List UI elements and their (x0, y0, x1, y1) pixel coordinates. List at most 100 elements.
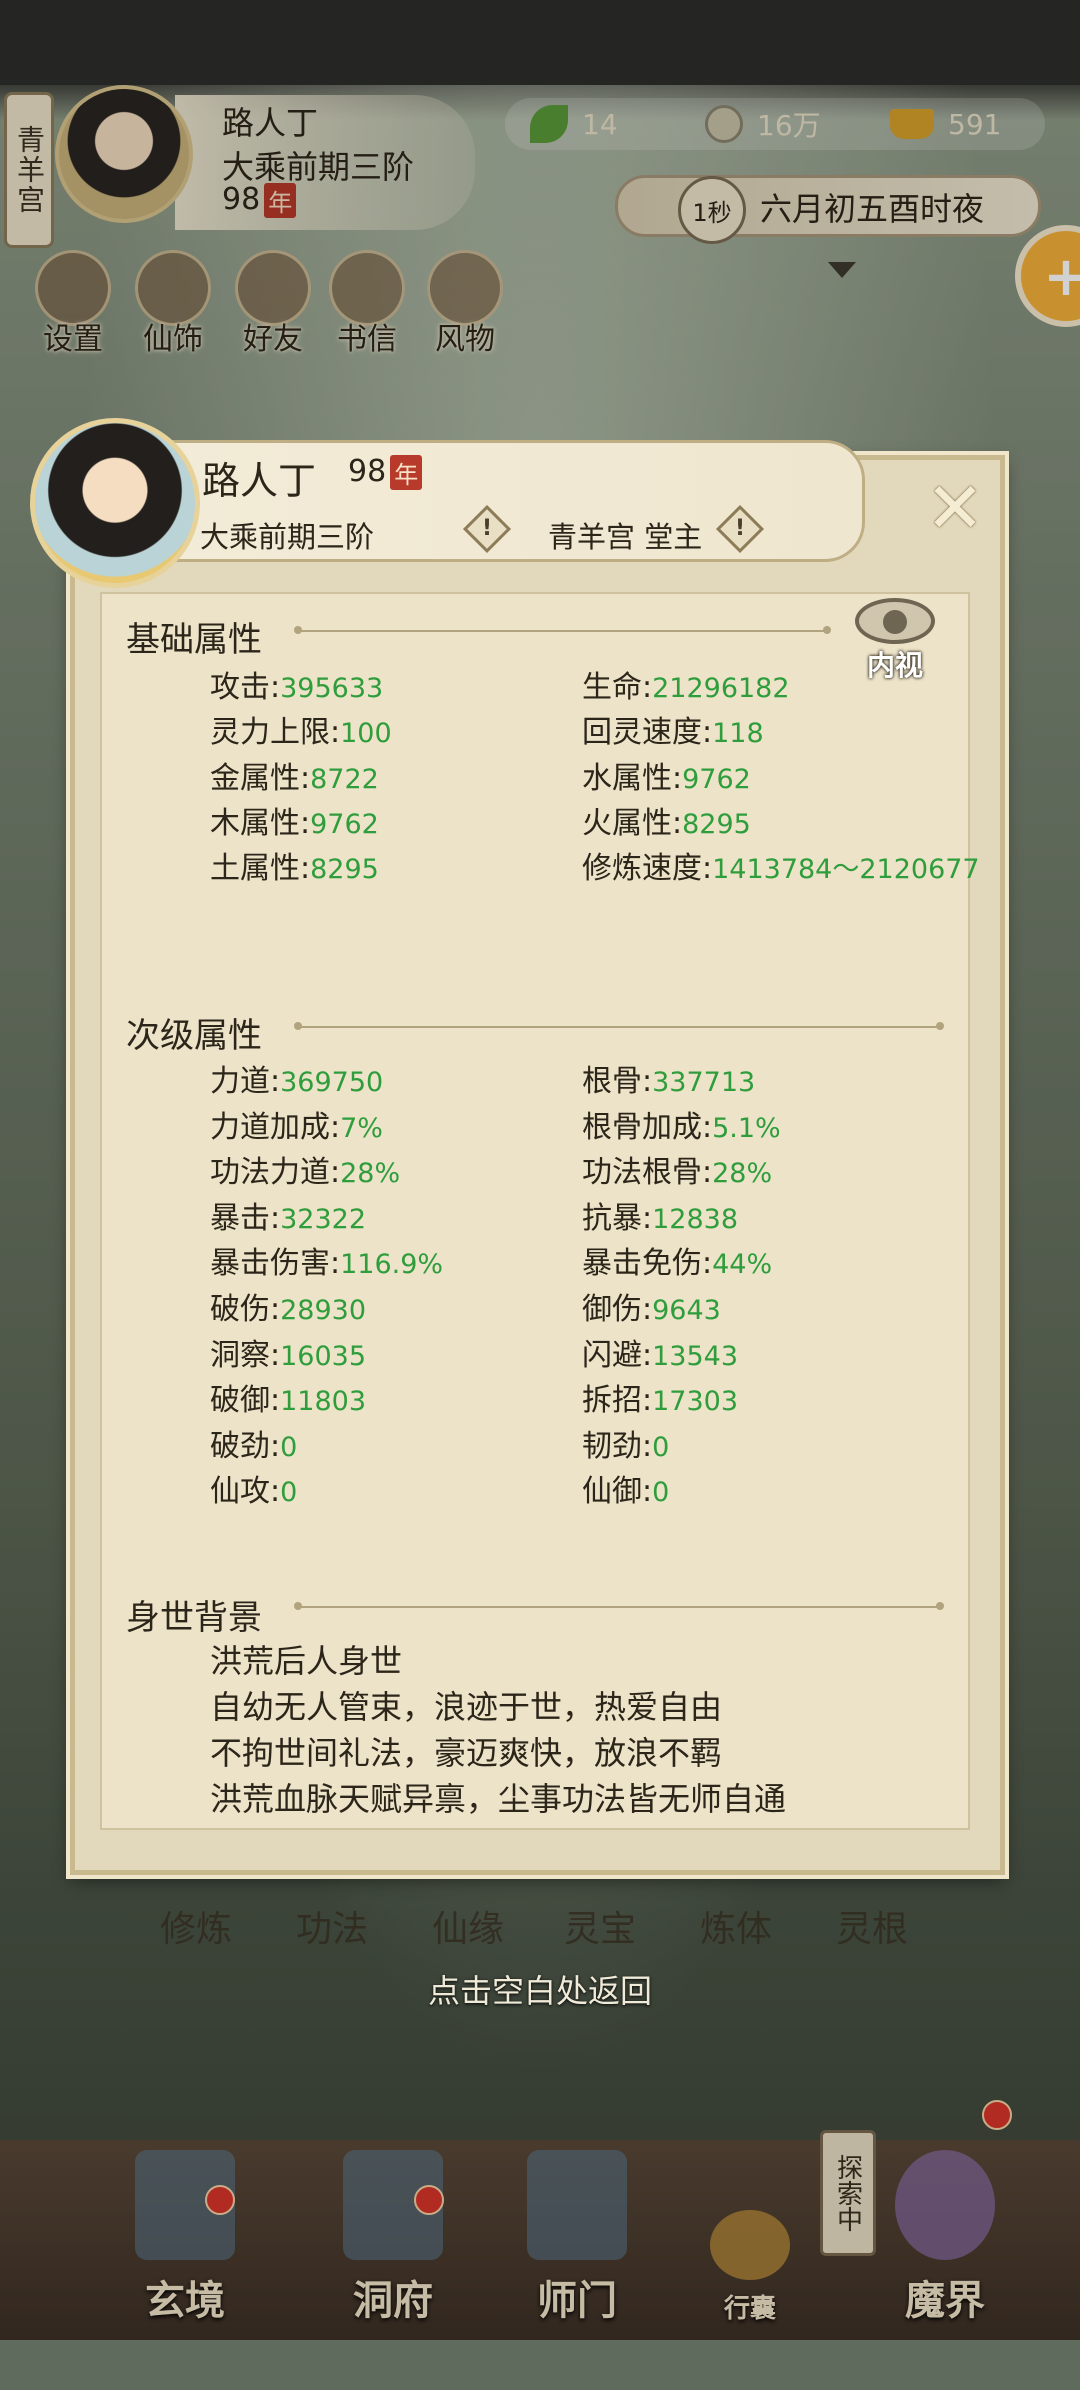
stat-label: 暴击免伤 (582, 1246, 702, 1282)
stat-label: 火属性 (582, 805, 672, 841)
character-avatar (30, 418, 200, 588)
inner-view-button[interactable]: 内视 (850, 598, 940, 688)
stat-secondary-19: 仙御:0 (582, 1466, 669, 1510)
background-line: 洪荒血脉天赋异禀，尘事功法皆无师自通 (210, 1780, 787, 1818)
stat-label: 水属性 (582, 760, 672, 796)
stat-label: 回灵速度 (582, 715, 702, 751)
stat-value: 0 (652, 1431, 670, 1463)
stat-value: 8722 (310, 763, 379, 795)
stat-secondary-18: 仙攻:0 (210, 1466, 297, 1510)
stat-secondary-15: 拆招:17303 (582, 1375, 738, 1419)
character-name: 路人丁 (202, 459, 317, 503)
stat-basic-4: 金属性:8722 (210, 753, 379, 797)
stat-separator: : (642, 670, 653, 705)
realm-info-mark: ! (481, 516, 493, 541)
stat-value: 395633 (280, 673, 384, 704)
stat-value: 0 (652, 1477, 670, 1509)
stat-value: 13543 (652, 1340, 739, 1372)
stat-separator: : (270, 1337, 281, 1373)
stat-value: 8295 (682, 808, 751, 840)
stat-value: 28% (340, 1158, 401, 1190)
stat-value: 9643 (652, 1295, 721, 1326)
stat-label: 功法力道 (210, 1155, 330, 1191)
stat-value: 0 (280, 1477, 298, 1509)
stat-separator: : (270, 1428, 281, 1464)
stat-value: 28930 (280, 1295, 367, 1326)
stat-separator: : (330, 1246, 341, 1282)
stat-value: 1413784～2120677 (712, 854, 980, 886)
stat-secondary-2: 力道加成:7% (210, 1102, 383, 1146)
stat-label: 拆招 (582, 1383, 642, 1419)
stat-separator: : (270, 670, 281, 705)
stat-separator: : (642, 1064, 653, 1099)
secondary-attributes-title: 次级属性 (126, 1016, 262, 1056)
stat-label: 力道 (210, 1064, 270, 1099)
stat-separator: : (330, 715, 341, 751)
stat-value: 369750 (280, 1067, 384, 1098)
section-divider (294, 1022, 944, 1030)
stat-secondary-13: 闪避:13543 (582, 1330, 738, 1374)
stat-label: 攻击 (210, 670, 270, 705)
stat-basic-2: 灵力上限:100 (210, 707, 392, 751)
stat-separator: : (702, 715, 713, 751)
close-icon[interactable]: ✕ (915, 468, 995, 548)
stat-label: 木属性 (210, 805, 300, 841)
background-line: 不拘世间礼法，豪迈爽快，放浪不羁 (210, 1734, 723, 1772)
stat-value: 0 (280, 1431, 298, 1463)
stat-secondary-6: 暴击:32322 (210, 1193, 366, 1237)
stat-secondary-12: 洞察:16035 (210, 1330, 366, 1374)
stat-value: 32322 (280, 1203, 367, 1235)
stat-label: 金属性 (210, 760, 300, 796)
character-age-value: 98 (348, 454, 387, 489)
stat-label: 修炼速度 (582, 851, 702, 887)
stat-label: 洞察 (210, 1337, 270, 1373)
stat-secondary-3: 根骨加成:5.1% (582, 1102, 781, 1146)
stat-secondary-14: 破御:11803 (210, 1375, 366, 1419)
stat-basic-5: 水属性:9762 (582, 753, 751, 797)
stat-separator: : (330, 1155, 341, 1191)
stat-separator: : (642, 1337, 653, 1373)
stat-value: 16035 (280, 1340, 367, 1372)
stat-separator: : (642, 1292, 653, 1327)
stat-value: 100 (340, 718, 392, 750)
section-divider (294, 1602, 944, 1610)
stat-secondary-0: 力道:369750 (210, 1056, 383, 1100)
character-sect: 青羊宫 堂主 (548, 520, 703, 554)
stat-separator: : (270, 1292, 281, 1327)
stat-separator: : (702, 1109, 713, 1145)
stat-label: 生命 (582, 670, 642, 705)
stat-separator: : (270, 1200, 281, 1236)
stat-secondary-5: 功法根骨:28% (582, 1147, 772, 1191)
stat-separator: : (300, 851, 311, 887)
stat-separator: : (672, 805, 683, 841)
stat-secondary-9: 暴击免伤:44% (582, 1238, 772, 1282)
stat-secondary-16: 破劲:0 (210, 1421, 297, 1465)
stat-label: 破御 (210, 1383, 270, 1419)
stat-separator: : (672, 760, 683, 796)
stat-value: 28% (712, 1158, 773, 1190)
stat-separator: : (300, 760, 311, 796)
stat-label: 根骨加成 (582, 1109, 702, 1145)
stat-label: 功法根骨 (582, 1155, 702, 1191)
stat-basic-9: 修炼速度:1413784～2120677 (582, 843, 980, 887)
stat-value: 9762 (682, 763, 751, 795)
background-line: 自幼无人管束，浪迹于世，热爱自由 (210, 1688, 723, 1726)
stat-value: 21296182 (652, 673, 790, 704)
stat-label: 破伤 (210, 1292, 270, 1327)
stat-separator: : (270, 1383, 281, 1419)
stat-label: 根骨 (582, 1064, 642, 1099)
stat-separator: : (702, 851, 713, 887)
stat-value: 8295 (310, 854, 379, 886)
stat-value: 5.1% (712, 1112, 781, 1144)
stat-label: 韧劲 (582, 1428, 642, 1464)
stat-label: 御伤 (582, 1292, 642, 1327)
stat-label: 暴击 (210, 1200, 270, 1236)
section-divider (294, 626, 831, 634)
sect-info-mark: ! (734, 516, 746, 541)
tap-to-return-hint: 点击空白处返回 (427, 1972, 652, 2010)
stat-value: 7% (340, 1112, 383, 1144)
stat-value: 12838 (652, 1203, 739, 1235)
stat-label: 仙攻 (210, 1474, 270, 1510)
stat-value: 118 (712, 718, 764, 750)
stat-value: 44% (712, 1249, 773, 1281)
